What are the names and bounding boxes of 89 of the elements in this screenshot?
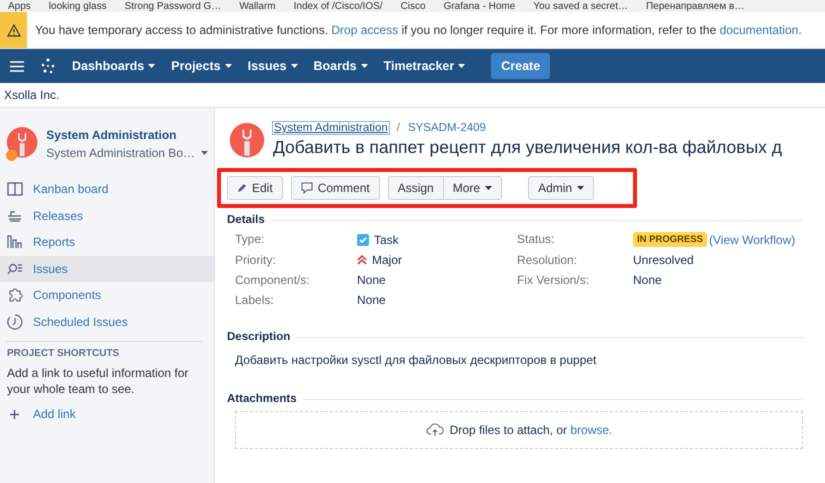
sidebar-item[interactable]: Components [0, 282, 214, 308]
caret-icon [577, 186, 584, 190]
search-list-icon [7, 262, 23, 275]
board-selector[interactable]: System Administration Bo… [46, 146, 195, 160]
caret-icon [360, 64, 368, 68]
field-value: Task [374, 232, 399, 246]
description-text: Добавить настройки sysctl для файловых дескрипторов в puppet [234, 352, 598, 367]
dropdown-button[interactable]: More [444, 176, 502, 200]
bookmark-link[interactable]: Cisco [400, 0, 426, 12]
sidebar-item[interactable]: Issues [0, 256, 214, 282]
drop-access-link[interactable]: Drop access [331, 23, 398, 37]
caret-icon [148, 64, 156, 68]
bookmark-link[interactable]: Apps [8, 0, 31, 12]
action-button[interactable]: Assign [388, 176, 444, 200]
chevron-up-icon [357, 255, 367, 265]
project-link[interactable]: System Administration [273, 122, 389, 134]
menu-icon[interactable] [10, 60, 24, 72]
dots-logo-icon[interactable] [40, 58, 56, 74]
speech-bubble-icon [300, 182, 313, 194]
plus-icon [10, 410, 19, 418]
nav-menu[interactable]: Issues [248, 59, 298, 73]
comment-button[interactable]: Comment [290, 176, 380, 200]
caret-icon [458, 64, 466, 68]
clock-icon [7, 314, 23, 330]
status-lozenge: IN PROGRESS [633, 232, 707, 247]
issue-key-link[interactable]: SYSADM-2409 [408, 122, 486, 134]
project-name[interactable]: System Administration [46, 128, 208, 142]
drop-zone[interactable]: Drop files to attach, or browse. [235, 411, 803, 449]
drop-hint: Drop files to attach, or browse. [450, 423, 612, 437]
caret-icon [201, 151, 208, 155]
field-value: Unresolved [633, 253, 694, 267]
bookmark-link[interactable]: Strong Password G… [124, 0, 222, 12]
nav-menu[interactable]: Timetracker [384, 59, 466, 73]
field-label: Component/s: [235, 273, 311, 287]
bookmark-link[interactable]: Index of /Cisco/IOS/ [294, 0, 383, 12]
caret-icon [224, 64, 232, 68]
create-button[interactable]: Create [491, 53, 550, 79]
cloud-upload-icon [426, 423, 444, 437]
bookmark-link[interactable]: Перенаправляем в… [646, 0, 744, 12]
view-workflow-link[interactable]: (View Workflow) [709, 232, 796, 246]
nav-menu[interactable]: Boards [314, 59, 368, 73]
checkbox-icon [357, 234, 369, 246]
field-label: Status: [517, 232, 556, 247]
edit-button[interactable]: Edit [227, 176, 283, 200]
field-value: None [633, 273, 662, 287]
board-icon [7, 182, 23, 196]
field-label: Labels: [235, 293, 275, 307]
add-link[interactable]: Add link [33, 407, 76, 421]
section-heading: Description [227, 331, 290, 343]
caret-icon [485, 186, 492, 190]
sidebar-item-label: Components [33, 288, 102, 302]
bookmark-link[interactable]: Grafana - Home [444, 0, 516, 12]
field-label: Type: [235, 232, 266, 247]
bar-chart-icon [7, 235, 23, 250]
sidebar-item[interactable]: Scheduled Issues [0, 308, 214, 335]
caret-icon [290, 64, 298, 68]
browse-link[interactable]: browse. [570, 423, 612, 437]
field-value: None [357, 273, 386, 287]
dropdown-button[interactable]: Admin [528, 176, 594, 200]
field-label: Priority: [235, 253, 277, 267]
sidebar-item[interactable]: Kanban board [0, 176, 214, 202]
field-value: None [357, 293, 386, 307]
puzzle-icon [7, 287, 23, 304]
documentation-link[interactable]: documentation [720, 23, 798, 37]
breadcrumb-separator: / [396, 122, 400, 134]
nav-menu[interactable]: Dashboards [72, 59, 156, 73]
sidebar-item-label: Issues [33, 262, 68, 276]
sidebar-item[interactable]: Releases [0, 202, 214, 229]
section-heading: Attachments [227, 393, 297, 405]
bookmark-link[interactable]: looking glass [48, 0, 107, 12]
sidebar-item-label: Kanban board [33, 182, 108, 196]
bookmark-link[interactable]: Wallarm [239, 0, 276, 12]
field-value: Major [372, 253, 402, 267]
admin-access-message: You have temporary access to administrative functions. Drop access if you no longer require it. For more information, refer to the documentation. [34, 23, 802, 37]
pencil-icon [237, 183, 247, 193]
field-label: Fix Version/s: [517, 273, 590, 287]
ship-icon [7, 210, 23, 222]
issue-title: Добавить в паппет рецепт для увеличения кол-ва файловых д [273, 137, 782, 158]
sidebar-item-label: Scheduled Issues [33, 314, 128, 329]
section-heading: Details [227, 214, 265, 226]
section-heading: PROJECT SHORTCUTS [6, 348, 120, 359]
sidebar-item[interactable]: Reports [0, 229, 214, 256]
sidebar-item-label: Reports [33, 235, 76, 250]
field-label: Resolution: [517, 253, 578, 267]
bookmark-link[interactable]: You saved a secret… [533, 0, 628, 12]
shortcuts-hint: Add a link to useful information for your whole team to see. [6, 365, 190, 398]
warning-icon [6, 24, 20, 36]
sidebar-item-label: Releases [33, 208, 84, 223]
nav-menu[interactable]: Projects [171, 59, 232, 73]
